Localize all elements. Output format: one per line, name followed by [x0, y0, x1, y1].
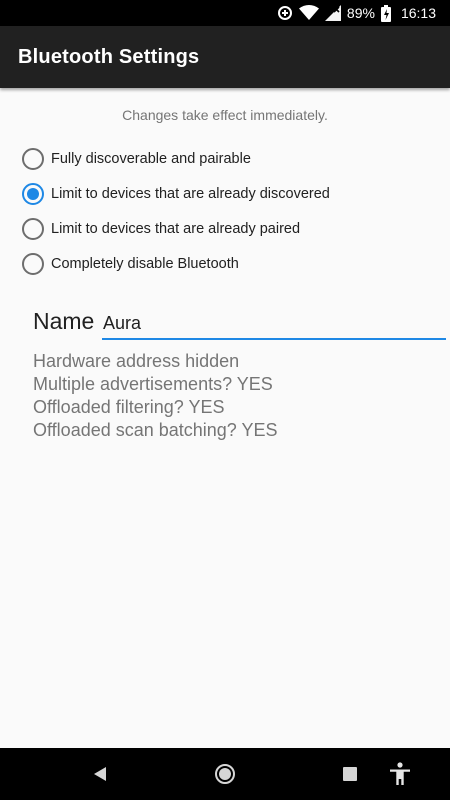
radio-button[interactable] [22, 218, 44, 240]
wifi-icon [298, 5, 319, 21]
home-icon[interactable] [213, 748, 237, 800]
option-limit-discovered[interactable]: Limit to devices that are already discov… [22, 181, 330, 207]
info-line: Hardware address hidden [33, 351, 240, 371]
option-label: Fully discoverable and pairable [51, 151, 251, 167]
info-line: Offloaded scan batching? YES [33, 420, 278, 440]
battery-percent: 89% [346, 5, 375, 21]
option-label: Limit to devices that are already paired [51, 221, 301, 237]
radio-button[interactable] [22, 253, 44, 275]
radio-button[interactable] [22, 183, 44, 205]
app-bar: Bluetooth Settings [0, 26, 450, 88]
navigation-bar [0, 748, 450, 800]
adapter-info: Hardware address hidden Multiple adverti… [33, 350, 278, 442]
settings-content: Changes take effect immediately. Fully d… [0, 88, 450, 748]
battery-charging-icon [380, 4, 391, 22]
info-line: Multiple advertisements? YES [33, 374, 273, 394]
clock: 16:13 [400, 5, 436, 21]
option-limit-paired[interactable]: Limit to devices that are already paired [22, 216, 300, 242]
recents-icon[interactable] [338, 748, 362, 800]
accessibility-icon[interactable] [388, 748, 412, 800]
name-label: Name [33, 308, 95, 334]
hint-text: Changes take effect immediately. [122, 107, 328, 123]
option-fully-discoverable[interactable]: Fully discoverable and pairable [22, 146, 251, 172]
back-icon[interactable] [88, 748, 112, 800]
device-name-input[interactable] [102, 310, 446, 340]
option-label: Completely disable Bluetooth [51, 256, 239, 272]
cellular-signal-icon [324, 5, 341, 21]
info-line: Offloaded filtering? YES [33, 397, 225, 417]
name-row: Name [33, 306, 446, 342]
data-saver-icon [277, 5, 293, 21]
option-label: Limit to devices that are already discov… [51, 186, 330, 202]
option-disable-bluetooth[interactable]: Completely disable Bluetooth [22, 251, 239, 277]
radio-button[interactable] [22, 148, 44, 170]
status-bar: 89% 16:13 [0, 0, 450, 26]
page-title: Bluetooth Settings [18, 45, 200, 68]
